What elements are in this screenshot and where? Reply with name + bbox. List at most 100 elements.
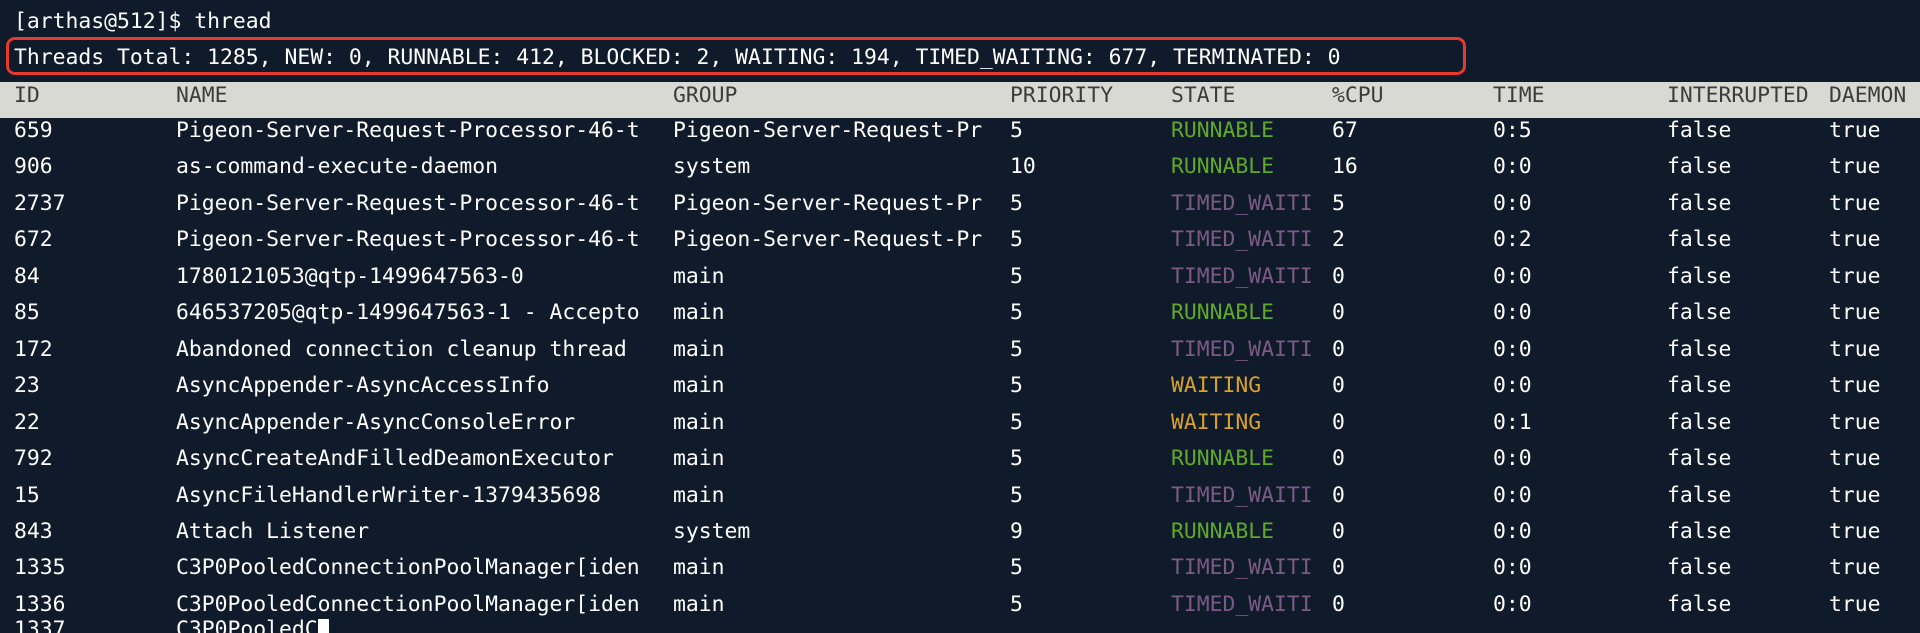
cell-group: system bbox=[673, 518, 751, 544]
header-group: GROUP bbox=[673, 83, 738, 108]
cell-id: 85 bbox=[14, 300, 40, 326]
cell-id: 792 bbox=[14, 446, 53, 472]
cell-time: 0:0 bbox=[1493, 300, 1532, 326]
cell-priority: 5 bbox=[1010, 409, 1023, 435]
table-row: 84 1780121053@qtp-1499647563-0 main 5 TIMED_… bbox=[0, 259, 1920, 295]
cell-time: 0:0 bbox=[1493, 446, 1532, 472]
cell-time: 0:0 bbox=[1493, 482, 1532, 508]
header-name: NAME bbox=[176, 83, 228, 108]
cell-time: 0:0 bbox=[1493, 373, 1532, 399]
cell-group: Pigeon-Server-Request-Pr bbox=[673, 227, 983, 253]
cell-daemon: true bbox=[1829, 263, 1881, 289]
terminal-window[interactable]: 269037 6937 [arthas@512]$ thread Threads… bbox=[0, 0, 1920, 633]
cell-state: RUNNABLE bbox=[1171, 154, 1275, 180]
cell-daemon: true bbox=[1829, 518, 1881, 544]
cell-group: main bbox=[673, 482, 725, 508]
cell-group: main bbox=[673, 409, 725, 435]
cell-cpu: 67 bbox=[1332, 118, 1358, 143]
cell-group: main bbox=[673, 336, 725, 362]
cell-time: 0:5 bbox=[1493, 118, 1532, 143]
thread-summary: Threads Total: 1285, NEW: 0, RUNNABLE: 4… bbox=[14, 45, 1341, 70]
cell-priority: 5 bbox=[1010, 446, 1023, 472]
table-row: 85 646537205@qtp-1499647563-1 - Accepto ma… bbox=[0, 295, 1920, 331]
cell-name: C3P0PooledConnectionPoolManager[iden bbox=[176, 555, 640, 581]
cell-id: 2737 bbox=[14, 190, 66, 216]
header-cpu: %CPU bbox=[1332, 83, 1384, 108]
cell-name: AsyncFileHandlerWriter-1379435698 bbox=[176, 482, 601, 508]
cell-name: Pigeon-Server-Request-Processor-46-t bbox=[176, 227, 640, 253]
text-cursor bbox=[317, 619, 329, 633]
table-row: 2737 Pigeon-Server-Request-Processor-46-t… bbox=[0, 186, 1920, 222]
cell-name: AsyncCreateAndFilledDeamonExecutor bbox=[176, 446, 614, 472]
cell-priority: 5 bbox=[1010, 118, 1023, 143]
cell-daemon: true bbox=[1829, 446, 1881, 472]
cell-time: 0:0 bbox=[1493, 263, 1532, 289]
cell-priority: 5 bbox=[1010, 482, 1023, 508]
cell-group: system bbox=[673, 154, 751, 180]
cell-priority: 5 bbox=[1010, 227, 1023, 253]
cell-time: 0:0 bbox=[1493, 336, 1532, 362]
cell-cpu: 0 bbox=[1332, 518, 1345, 544]
cell-id: 23 bbox=[14, 373, 40, 399]
cell-id: 1335 bbox=[14, 555, 66, 581]
table-row: 172 Abandoned connection cleanup thread ma… bbox=[0, 332, 1920, 368]
cell-priority: 5 bbox=[1010, 190, 1023, 216]
cell-interrupted: false bbox=[1667, 555, 1732, 581]
cell-daemon: true bbox=[1829, 336, 1881, 362]
header-time: TIME bbox=[1493, 83, 1545, 108]
cell-group: Pigeon-Server-Request-Pr bbox=[673, 190, 983, 216]
cell-id: 659 bbox=[14, 118, 53, 143]
header-id: ID bbox=[14, 83, 40, 108]
cell-interrupted: false bbox=[1667, 336, 1732, 362]
cell-time: 0:0 bbox=[1493, 555, 1532, 581]
cell-interrupted: false bbox=[1667, 373, 1732, 399]
cell-state: TIMED_WAITI bbox=[1171, 336, 1313, 362]
cell-name: AsyncAppender-AsyncAccessInfo bbox=[176, 373, 550, 399]
table-row: 659 Pigeon-Server-Request-Processor-46-t P… bbox=[0, 113, 1920, 149]
table-row-partial: 1337 C3P0PooledC bbox=[0, 612, 1920, 633]
cell-cpu: 16 bbox=[1332, 154, 1358, 180]
cell-priority: 9 bbox=[1010, 518, 1023, 544]
cell-name: as-command-execute-daemon bbox=[176, 154, 498, 180]
cell-daemon: true bbox=[1829, 409, 1881, 435]
cell-priority: 10 bbox=[1010, 154, 1036, 180]
cell-interrupted: false bbox=[1667, 482, 1732, 508]
header-state: STATE bbox=[1171, 83, 1236, 108]
cell-group: main bbox=[673, 555, 725, 581]
cell-time: 0:2 bbox=[1493, 227, 1532, 253]
cell-name-text: C3P0PooledC bbox=[176, 617, 318, 633]
header-daemon: DAEMON bbox=[1829, 83, 1907, 108]
cell-time: 0:0 bbox=[1493, 190, 1532, 216]
cell-id: 1337 bbox=[14, 617, 66, 633]
cell-state: WAITING bbox=[1171, 409, 1262, 435]
cell-group: main bbox=[673, 300, 725, 326]
cell-group: main bbox=[673, 446, 725, 472]
cell-priority: 5 bbox=[1010, 263, 1023, 289]
cell-time: 0:0 bbox=[1493, 154, 1532, 180]
command-prompt: [arthas@512]$ thread bbox=[14, 9, 272, 34]
cell-cpu: 0 bbox=[1332, 263, 1345, 289]
header-priority: PRIORITY bbox=[1010, 83, 1114, 108]
cell-daemon: true bbox=[1829, 227, 1881, 253]
cell-state: TIMED_WAITI bbox=[1171, 555, 1313, 581]
cell-id: 843 bbox=[14, 518, 53, 544]
cell-daemon: true bbox=[1829, 555, 1881, 581]
cell-state: WAITING bbox=[1171, 373, 1262, 399]
cell-name: Attach Listener bbox=[176, 518, 370, 544]
cell-interrupted: false bbox=[1667, 227, 1732, 253]
cell-state: TIMED_WAITI bbox=[1171, 227, 1313, 253]
table-row: 906 as-command-execute-daemon system 10 RUNN… bbox=[0, 149, 1920, 185]
cell-priority: 5 bbox=[1010, 336, 1023, 362]
cell-id: 672 bbox=[14, 227, 53, 253]
header-interrupted: INTERRUPTED bbox=[1667, 83, 1809, 108]
table-row: 672 Pigeon-Server-Request-Processor-46-t P… bbox=[0, 222, 1920, 258]
cell-daemon: true bbox=[1829, 482, 1881, 508]
cell-name: 1780121053@qtp-1499647563-0 bbox=[176, 263, 524, 289]
cell-group: main bbox=[673, 373, 725, 399]
table-row: 23 AsyncAppender-AsyncAccessInfo main 5 WAIT… bbox=[0, 368, 1920, 404]
cell-cpu: 5 bbox=[1332, 190, 1345, 216]
cell-cpu: 0 bbox=[1332, 482, 1345, 508]
cell-state: RUNNABLE bbox=[1171, 518, 1275, 544]
cell-state: TIMED_WAITI bbox=[1171, 263, 1313, 289]
cell-name: AsyncAppender-AsyncConsoleError bbox=[176, 409, 576, 435]
